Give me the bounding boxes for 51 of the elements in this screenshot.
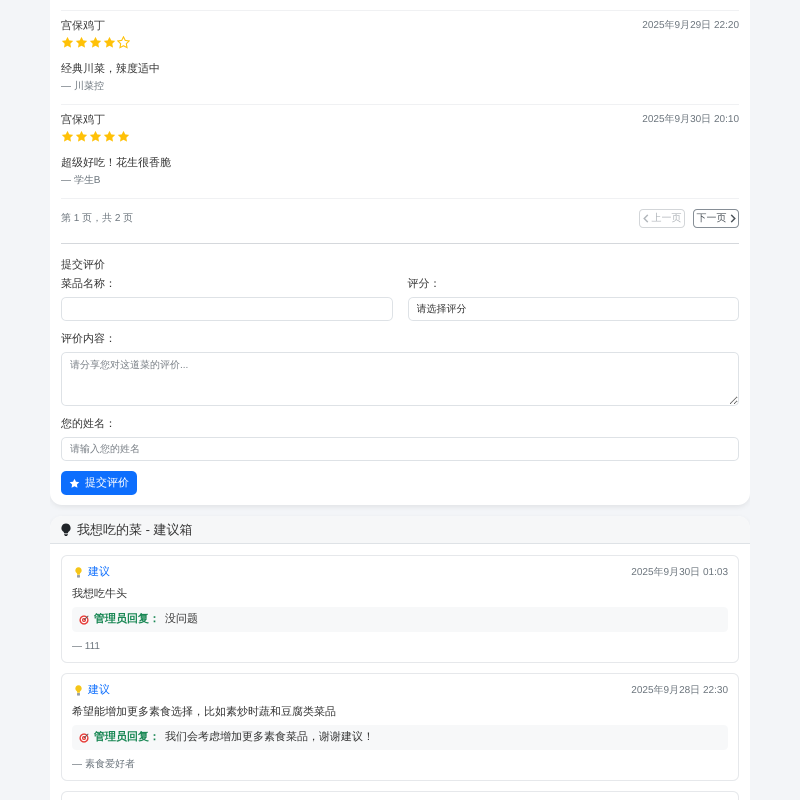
- page-info: 第 1 页，共 2 页: [61, 212, 134, 226]
- star-filled-icon: [61, 36, 74, 48]
- star-filled-icon: [75, 130, 88, 142]
- target-icon: [79, 732, 89, 742]
- field-label: 评分：: [408, 277, 440, 291]
- section-title: 我想吃的菜 - 建议箱: [77, 520, 193, 539]
- star-icon: [69, 478, 80, 488]
- dish-name: 宫保鸡丁: [61, 113, 105, 127]
- suggestion-text: 我想吃牛头: [72, 587, 127, 601]
- dish-name: 宫保鸡丁: [61, 19, 105, 33]
- suggestion-date: 2025年9月28日 22:30: [631, 684, 728, 698]
- review-author: — 学生B: [61, 174, 100, 187]
- star-filled-icon: [61, 130, 74, 142]
- star-filled-icon: [103, 36, 116, 48]
- review-comment: 超级好吃！花生很香脆: [61, 156, 171, 170]
- review-date: 2025年9月30日 20:10: [642, 113, 739, 127]
- reply-label: 管理员回复：: [94, 730, 160, 746]
- star-filled-icon: [103, 130, 116, 142]
- reply-text: 没问题: [165, 612, 198, 628]
- next-page-button[interactable]: 下一页: [693, 209, 739, 228]
- star-outline-icon: [117, 36, 130, 48]
- lightbulb-icon: [75, 566, 82, 578]
- suggestion-text: 希望能增加更多素食选择，比如素炒时蔬和豆腐类菜品: [72, 705, 336, 719]
- star-filled-icon: [75, 36, 88, 48]
- star-filled-icon: [117, 130, 130, 142]
- review-textarea[interactable]: 请分享您对这道菜的评价...: [61, 352, 739, 406]
- lightbulb-icon: [61, 523, 71, 536]
- rating-select[interactable]: 请选择评分: [408, 297, 739, 321]
- field-label: 您的姓名：: [61, 417, 116, 431]
- chevron-left-icon: [642, 214, 648, 223]
- field-label: 菜品名称：: [61, 277, 116, 291]
- lightbulb-icon: [75, 684, 82, 696]
- star-filled-icon: [89, 36, 102, 48]
- reply-label: 管理员回复：: [94, 612, 160, 628]
- text-input[interactable]: [61, 297, 392, 321]
- suggestion-tag: 建议: [88, 564, 110, 580]
- chevron-right-icon: [730, 214, 736, 223]
- review-date: 2025年9月29日 22:20: [642, 19, 739, 33]
- text-input[interactable]: 请输入您的姓名: [61, 437, 739, 461]
- suggestion-author: — 111: [72, 640, 100, 654]
- target-icon: [79, 614, 89, 624]
- suggestion-tag: 建议: [88, 682, 110, 698]
- suggestion-date: 2025年9月30日 01:03: [631, 566, 728, 580]
- suggestion-author: — 素食爱好者: [72, 758, 135, 772]
- reply-text: 我们会考虑增加更多素食菜品，谢谢建议！: [165, 730, 374, 746]
- review-author: — 川菜控: [61, 80, 104, 93]
- submit-review-button[interactable]: 提交评价: [61, 471, 137, 495]
- star-filled-icon: [89, 130, 102, 142]
- form-title: 提交评价: [61, 258, 105, 272]
- review-comment: 经典川菜，辣度适中: [61, 62, 160, 76]
- field-label: 评价内容：: [61, 332, 116, 346]
